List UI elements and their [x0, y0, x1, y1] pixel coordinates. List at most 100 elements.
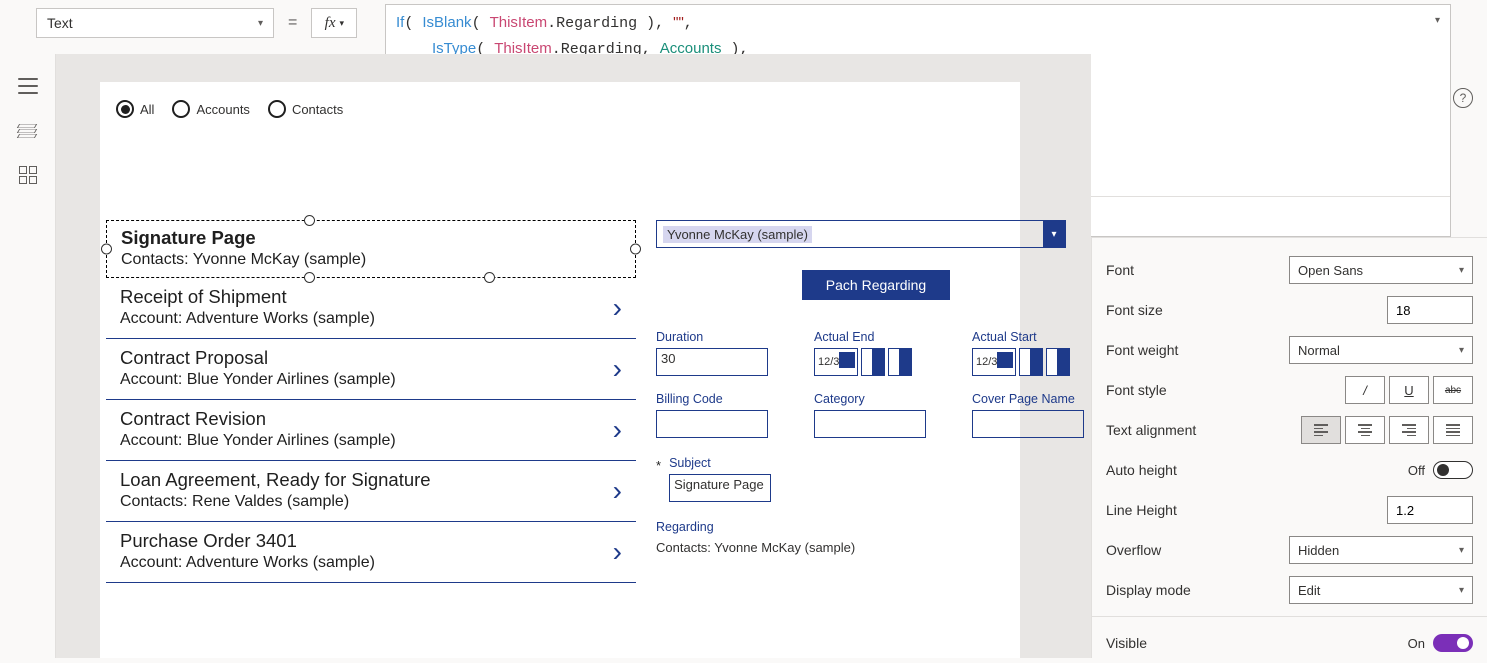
underline-button[interactable]: U [1389, 376, 1429, 404]
gallery-item[interactable]: Receipt of Shipment Account: Adventure W… [106, 278, 636, 339]
field-label: Subject [669, 456, 771, 470]
fx-button[interactable]: fx▾ [311, 8, 357, 38]
formula-expand-icon[interactable]: ▾ [1435, 13, 1440, 30]
line-height-input[interactable] [1387, 496, 1473, 524]
category-field: Category [814, 392, 944, 438]
gallery-item[interactable]: Loan Agreement, Ready for Signature Cont… [106, 461, 636, 522]
category-input[interactable] [814, 410, 926, 438]
billing-input[interactable] [656, 410, 768, 438]
gallery-item-subtitle: Contacts: Rene Valdes (sample) [120, 493, 630, 511]
gallery-item-title: Contract Proposal [120, 347, 630, 369]
subject-field: Subject Signature Page [669, 456, 771, 502]
prop-label: Display mode [1106, 582, 1191, 598]
field-label: Billing Code [656, 392, 786, 406]
app-canvas[interactable]: All Accounts Contacts Signature Page Con… [100, 82, 1020, 658]
field-label: Cover Page Name [972, 392, 1091, 406]
patch-regarding-button[interactable]: Pach Regarding [802, 270, 950, 300]
regarding-value: Contacts: Yvonne McKay (sample) [656, 540, 1091, 555]
components-icon[interactable] [19, 166, 37, 184]
hour-select[interactable] [861, 348, 885, 376]
property-selector[interactable]: Text ▾ [36, 8, 274, 38]
gallery-item[interactable]: Contract Revision Account: Blue Yonder A… [106, 400, 636, 461]
align-center-button[interactable] [1345, 416, 1385, 444]
font-size-input[interactable] [1387, 296, 1473, 324]
gallery-item-subtitle: Account: Blue Yonder Airlines (sample) [120, 432, 630, 450]
tree-view-icon[interactable] [18, 78, 38, 94]
radio-all[interactable]: All [116, 100, 154, 118]
required-asterisk: * [656, 458, 661, 502]
gallery-item-title: Purchase Order 3401 [120, 530, 630, 552]
canvas-area: All Accounts Contacts Signature Page Con… [56, 54, 1091, 658]
gallery-item[interactable]: Purchase Order 3401 Account: Adventure W… [106, 522, 636, 583]
field-label: Duration [656, 330, 786, 344]
gallery-item-subtitle: Account: Adventure Works (sample) [120, 310, 630, 328]
prop-label: Visible [1106, 635, 1147, 651]
gallery-item-selected[interactable]: Signature Page Contacts: Yvonne McKay (s… [106, 220, 636, 278]
property-selector-value: Text [47, 15, 73, 31]
minute-select[interactable] [1046, 348, 1070, 376]
gallery-item-subtitle: Account: Adventure Works (sample) [120, 554, 630, 572]
properties-panel: Font Open Sans▾ Font size Font weight No… [1091, 237, 1487, 658]
duration-input[interactable]: 30 [656, 348, 768, 376]
date-input[interactable]: 12/3 [972, 348, 1016, 376]
gallery-item-subtitle: Account: Blue Yonder Airlines (sample) [120, 371, 630, 389]
regarding-display: Regarding Contacts: Yvonne McKay (sample… [656, 520, 1091, 555]
subject-input[interactable]: Signature Page [669, 474, 771, 502]
radio-icon [268, 100, 286, 118]
display-mode-select[interactable]: Edit▾ [1289, 576, 1473, 604]
field-label: Regarding [656, 520, 1091, 534]
filter-radio-group: All Accounts Contacts [100, 82, 1020, 128]
font-select[interactable]: Open Sans▾ [1289, 256, 1473, 284]
prop-label: Text alignment [1106, 422, 1196, 438]
prop-label: Font size [1106, 302, 1163, 318]
cover-input[interactable] [972, 410, 1084, 438]
actual-end-field: Actual End 12/3 [814, 330, 944, 376]
date-input[interactable]: 12/3 [814, 348, 858, 376]
billing-code-field: Billing Code [656, 392, 786, 438]
radio-contacts[interactable]: Contacts [268, 100, 343, 118]
help-icon[interactable]: ? [1453, 88, 1473, 108]
field-label: Actual End [814, 330, 944, 344]
chevron-down-icon: ▾ [1459, 265, 1464, 276]
detail-form: Yvonne McKay (sample) ▾ Pach Regarding D… [656, 220, 1091, 555]
chevron-down-icon[interactable]: ▾ [1043, 221, 1065, 247]
resize-handle[interactable] [304, 215, 315, 226]
field-label: Actual Start [972, 330, 1091, 344]
hour-select[interactable] [1019, 348, 1043, 376]
resize-handle[interactable] [630, 244, 641, 255]
align-right-button[interactable] [1389, 416, 1429, 444]
radio-icon [172, 100, 190, 118]
gallery: Signature Page Contacts: Yvonne McKay (s… [106, 220, 636, 583]
prop-label: Font style [1106, 382, 1167, 398]
resize-handle[interactable] [101, 244, 112, 255]
gallery-item[interactable]: Contract Proposal Account: Blue Yonder A… [106, 339, 636, 400]
chevron-right-icon: › [613, 292, 622, 324]
actual-start-field: Actual Start 12/3 [972, 330, 1091, 376]
auto-height-toggle[interactable] [1433, 461, 1473, 479]
divider [1092, 616, 1487, 617]
regarding-lookup[interactable]: Yvonne McKay (sample) ▾ [656, 220, 1066, 248]
layers-icon[interactable] [18, 122, 38, 138]
prop-label: Auto height [1106, 462, 1177, 478]
gallery-item-title: Signature Page [121, 227, 629, 249]
gallery-item-title: Contract Revision [120, 408, 630, 430]
font-weight-select[interactable]: Normal▾ [1289, 336, 1473, 364]
field-label: Category [814, 392, 944, 406]
equals-label: = [282, 14, 303, 32]
visible-toggle[interactable] [1433, 634, 1473, 652]
minute-select[interactable] [888, 348, 912, 376]
chevron-right-icon: › [613, 536, 622, 568]
italic-button[interactable]: / [1345, 376, 1385, 404]
overflow-select[interactable]: Hidden▾ [1289, 536, 1473, 564]
chevron-right-icon: › [613, 414, 622, 446]
radio-accounts[interactable]: Accounts [172, 100, 249, 118]
prop-label: Font [1106, 262, 1134, 278]
align-justify-button[interactable] [1433, 416, 1473, 444]
gallery-item-title: Loan Agreement, Ready for Signature [120, 469, 630, 491]
align-left-button[interactable] [1301, 416, 1341, 444]
chevron-down-icon: ▾ [1459, 545, 1464, 556]
calendar-icon [997, 352, 1013, 368]
left-rail [0, 54, 56, 658]
strikethrough-button[interactable]: abc [1433, 376, 1473, 404]
calendar-icon [839, 352, 855, 368]
